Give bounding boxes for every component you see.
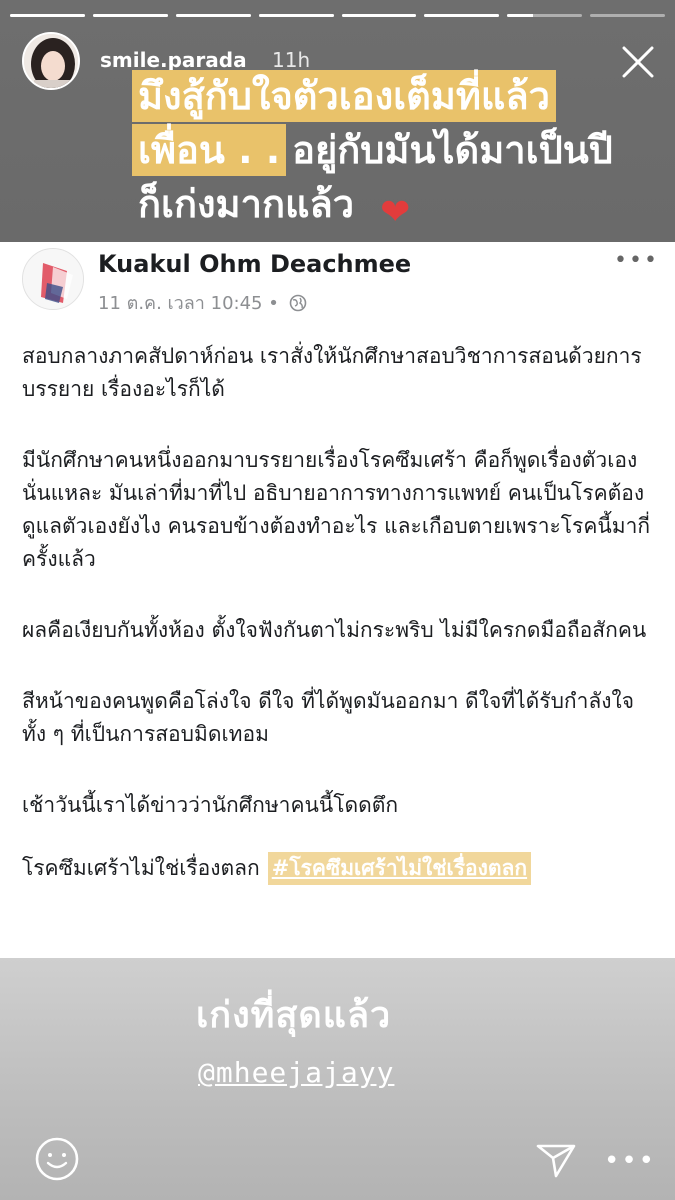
progress-segment-fill [341,14,417,17]
post-date: 11 ต.ค. เวลา 10:45 • [98,293,279,314]
heart-icon: ❤ [380,192,411,233]
progress-segment [10,14,85,17]
story-progress-bar [10,14,665,18]
progress-segment-fill [424,14,500,17]
caption-line-2b: อยู่กับมันได้มาเป็นปี [292,128,613,172]
post-more-button[interactable]: ••• [614,248,659,273]
smiley-camera-icon [35,1137,79,1181]
post-hashtag[interactable]: #โรคซึมเศร้าไม่ใช่เรื่องตลก [267,852,532,885]
progress-segment-fill [175,14,251,17]
globe-icon [289,294,306,312]
progress-segment-fill [10,14,85,17]
progress-segment [92,14,168,17]
progress-segment-fill [92,14,168,17]
avatar[interactable] [22,32,80,90]
post-last-line: โรคซึมเศร้าไม่ใช่เรื่องตลก #โรคซึมเศร้าไม… [22,852,660,885]
send-button[interactable] [534,1138,578,1182]
facebook-post-card: Kuakul Ohm Deachmee 11 ต.ค. เวลา 10:45 •… [0,242,675,958]
story-username[interactable]: smile.parada [100,48,247,72]
more-options-button[interactable]: ••• [604,1146,656,1176]
caption-line-3: ก็เก่งมากแล้ว [138,182,355,226]
camera-button[interactable] [34,1136,80,1182]
story-mention[interactable]: @mheejajayy [198,1056,394,1089]
post-meta: 11 ต.ค. เวลา 10:45 • [98,288,307,317]
progress-segment [507,14,583,17]
post-author-name[interactable]: Kuakul Ohm Deachmee [98,250,411,278]
story-caption: มึงสู้กับใจตัวเองเต็มที่แล้ว เพื่อน . .อ… [132,70,632,233]
post-paragraph: เช้าวันนี้เราได้ข่าวว่านักศึกษาคนนี้โดดต… [22,793,399,817]
post-paragraph: สีหน้าของคนพูดคือโล่งใจ ดีใจ ที่ได้พูดมั… [22,689,635,746]
post-paragraph: ผลคือเงียบกันทั้งห้อง ตั้งใจฟังกันตาไม่ก… [22,618,647,642]
post-author-avatar[interactable] [22,248,84,310]
progress-segment-fill [258,14,334,17]
progress-segment [590,14,665,17]
progress-segment-fill [507,14,534,17]
post-last-line-text: โรคซึมเศร้าไม่ใช่เรื่องตลก [22,856,260,880]
progress-segment [258,14,334,17]
story-bottom-text: เก่งที่สุดแล้ว [196,995,392,1036]
post-avatar-image [23,249,83,309]
progress-segment [175,14,251,17]
caption-line-2a: เพื่อน . . [132,124,287,176]
progress-segment [424,14,500,17]
post-paragraph: มีนักศึกษาคนหนึ่งออกมาบรรยายเรื่องโรคซึม… [22,448,651,571]
progress-segment [341,14,417,17]
story-timestamp: 11h [272,48,311,72]
caption-line-1: มึงสู้กับใจตัวเองเต็มที่แล้ว [132,70,557,122]
send-icon [536,1144,576,1178]
post-body: สอบกลางภาคสัปดาห์ก่อน เราสั่งให้นักศึกษา… [22,340,660,885]
post-paragraph: สอบกลางภาคสัปดาห์ก่อน เราสั่งให้นักศึกษา… [22,344,642,401]
